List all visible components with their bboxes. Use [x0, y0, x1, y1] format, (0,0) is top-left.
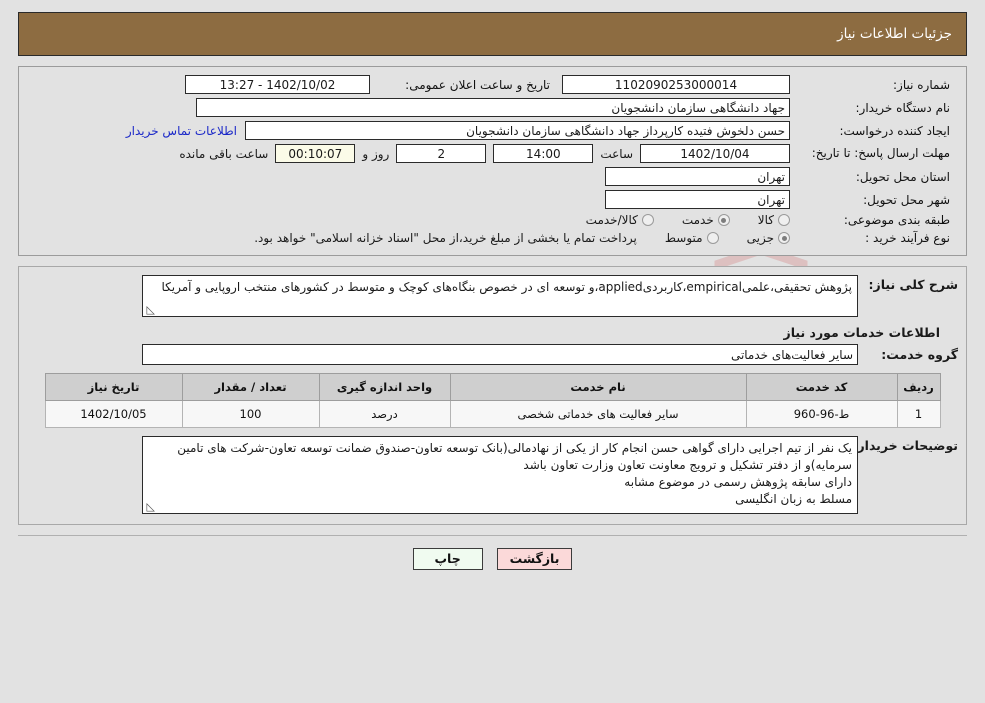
row-category: طبقه بندی موضوعی: کالا خدمت کالا/خدمت	[27, 211, 958, 229]
row-need-number: شماره نیاز: 1102090253000014 تاریخ و ساع…	[27, 73, 958, 96]
cell-service-name: سایر فعالیت های خدماتی شخصی	[449, 400, 747, 428]
cell-service-code: ط-96-960	[745, 400, 898, 428]
cell-unit: درصد	[318, 400, 451, 428]
deadline-label: مهلت ارسال پاسخ: تا تاریخ:	[811, 146, 950, 160]
services-panel: شرح کلی نیاز: پژوهش تحقیقی،علمیempirical…	[18, 266, 967, 525]
deadline-date: 1402/10/04	[640, 144, 790, 163]
buyer-contact-link[interactable]: اطلاعات تماس خریدار	[126, 124, 237, 138]
category-option-label: کالا	[757, 213, 774, 227]
province-label: استان محل تحویل:	[855, 169, 950, 184]
services-section-title: اطلاعات خدمات مورد نیاز	[783, 325, 941, 340]
category-radio-group: کالا خدمت کالا/خدمت	[31, 213, 790, 227]
deadline-days-suffix: روز و	[362, 146, 390, 161]
category-option-label: خدمت	[681, 213, 714, 227]
col-quantity: تعداد / مقدار	[181, 373, 320, 401]
buyer-notes-row: توضیحات خریدار: یک نفر از تیم اجرایی دار…	[27, 436, 958, 514]
service-group-value: سایر فعالیت‌های خدماتی	[142, 344, 858, 365]
buyer-note-line: دارای سابقه پژوهش رسمی در موضوع مشابه	[624, 475, 852, 489]
row-requester: ایجاد کننده درخواست: حسن دلخوش فتیده کار…	[27, 119, 958, 142]
buyer-notes-label: توضیحات خریدار:	[852, 438, 958, 453]
description-text: پژوهش تحقیقی،علمیempirical،کاربردیapplie…	[161, 280, 852, 294]
buyer-org-label: نام دستگاه خریدار:	[855, 100, 951, 115]
purchase-note: پرداخت تمام یا بخشی از مبلغ خرید،از محل …	[254, 231, 637, 245]
services-table: ردیف کد خدمت نام خدمت واحد اندازه گیری ت…	[44, 373, 941, 428]
category-option-kala[interactable]: کالا	[758, 213, 790, 227]
radio-icon[interactable]	[717, 214, 730, 226]
city-value: تهران	[605, 190, 790, 209]
purchase-type-option-label: جزیی	[746, 231, 774, 245]
col-service-code: کد خدمت	[745, 373, 898, 401]
cell-row-no: 1	[896, 400, 941, 428]
footer-divider	[18, 535, 967, 536]
purchase-type-option-label: متوسط	[664, 231, 703, 245]
page-title: جزئیات اطلاعات نیاز	[837, 26, 952, 42]
countdown-timer: 00:10:07	[275, 144, 356, 163]
deadline-hour-value: 14:00	[493, 144, 594, 163]
buyer-note-line: یک نفر از تیم اجرایی دارای گواهی حسن انج…	[177, 441, 852, 472]
city-label: شهر محل تحویل:	[863, 192, 950, 207]
need-info-panel: شماره نیاز: 1102090253000014 تاریخ و ساع…	[18, 66, 967, 256]
resize-grip-icon[interactable]: ◺	[145, 304, 155, 315]
col-row-no: ردیف	[896, 373, 941, 401]
announce-datetime-label: تاریخ و ساعت اعلان عمومی:	[405, 77, 550, 92]
print-button[interactable]: چاپ	[412, 548, 483, 570]
purchase-type-option-jozei[interactable]: جزیی	[747, 231, 790, 245]
purchase-type-radio-group: جزیی متوسط پرداخت تمام یا بخشی از مبلغ خ…	[31, 231, 790, 245]
buyer-org-value: جهاد دانشگاهی سازمان دانشجویان	[196, 98, 790, 117]
col-service-name: نام خدمت	[449, 373, 747, 401]
row-city: شهر محل تحویل: تهران	[27, 188, 958, 211]
requester-value: حسن دلخوش فتیده کارپرداز جهاد دانشگاهی س…	[245, 121, 790, 140]
table-row[interactable]: 1 ط-96-960 سایر فعالیت های خدماتی شخصی د…	[44, 400, 941, 428]
purchase-type-label: نوع فرآیند خرید :	[865, 231, 950, 245]
row-buyer-org: نام دستگاه خریدار: جهاد دانشگاهی سازمان …	[27, 96, 958, 119]
need-info-table: شماره نیاز: 1102090253000014 تاریخ و ساع…	[27, 73, 958, 247]
purchase-type-option-motavaset[interactable]: متوسط	[665, 231, 719, 245]
col-need-date: تاریخ نیاز	[44, 373, 183, 401]
need-number-value: 1102090253000014	[562, 75, 790, 94]
resize-grip-icon[interactable]: ◺	[145, 501, 155, 512]
need-number-label: شماره نیاز:	[893, 77, 950, 92]
province-value: تهران	[605, 167, 790, 186]
footer-actions: بازگشت چاپ	[0, 548, 985, 570]
deadline-hour-label: ساعت	[600, 146, 633, 161]
back-button[interactable]: بازگشت	[496, 548, 573, 570]
category-option-label: کالا/خدمت	[585, 213, 638, 227]
buyer-note-line: مسلط به زبان انگلیسی	[735, 492, 852, 506]
radio-icon[interactable]	[778, 214, 790, 226]
buyer-notes-value[interactable]: یک نفر از تیم اجرایی دارای گواهی حسن انج…	[142, 436, 858, 514]
row-purchase-type: نوع فرآیند خرید : جزیی متوسط پرداخت تمام…	[27, 229, 958, 247]
cell-quantity: 100	[181, 400, 320, 428]
requester-label: ایجاد کننده درخواست:	[839, 123, 950, 138]
service-group-label: گروه خدمت:	[881, 347, 958, 362]
deadline-days-value: 2	[396, 144, 487, 163]
description-label: شرح کلی نیاز:	[868, 277, 958, 292]
announce-datetime-value: 1402/10/02 - 13:27	[185, 75, 370, 94]
cell-need-date: 1402/10/05	[44, 400, 183, 428]
radio-icon[interactable]	[706, 232, 719, 244]
radio-icon[interactable]	[778, 232, 790, 244]
row-province: استان محل تحویل: تهران	[27, 165, 958, 188]
category-option-kala-khedmat[interactable]: کالا/خدمت	[586, 213, 654, 227]
category-label: طبقه بندی موضوعی:	[843, 213, 950, 227]
countdown-suffix: ساعت باقی مانده	[179, 146, 269, 161]
table-header-row: ردیف کد خدمت نام خدمت واحد اندازه گیری ت…	[44, 373, 941, 401]
page-header: جزئیات اطلاعات نیاز	[18, 12, 967, 56]
category-option-khedmat[interactable]: خدمت	[682, 213, 730, 227]
row-deadline: مهلت ارسال پاسخ: تا تاریخ: 1402/10/04 سا…	[27, 142, 958, 165]
row1-spacer	[27, 73, 181, 96]
service-group-row: گروه خدمت: سایر فعالیت‌های خدماتی	[27, 344, 958, 365]
radio-icon[interactable]	[641, 214, 654, 226]
description-value[interactable]: پژوهش تحقیقی،علمیempirical،کاربردیapplie…	[142, 275, 858, 317]
description-row: شرح کلی نیاز: پژوهش تحقیقی،علمیempirical…	[27, 275, 958, 317]
col-unit: واحد اندازه گیری	[318, 373, 451, 401]
